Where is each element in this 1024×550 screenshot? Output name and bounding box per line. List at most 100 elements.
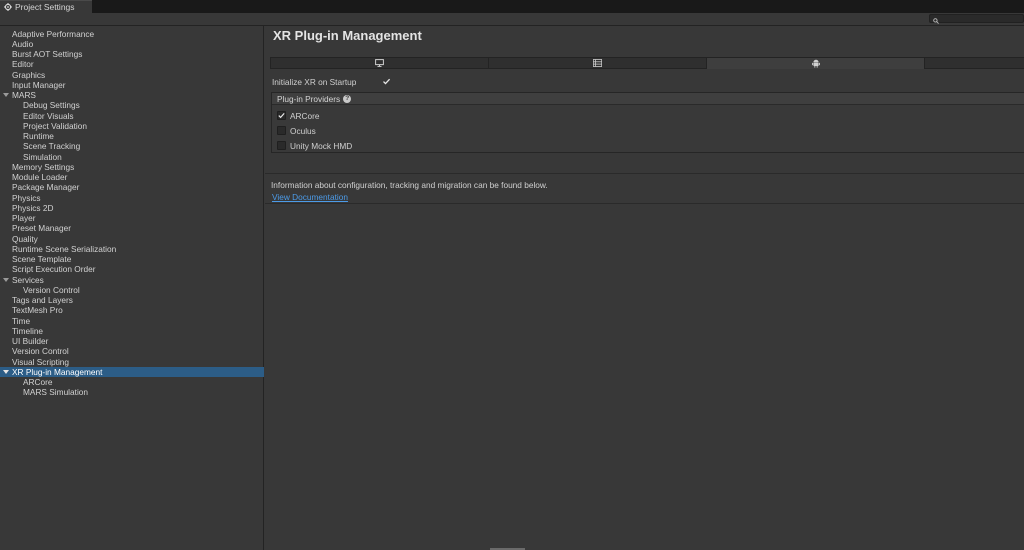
sidebar-item-label: Time (12, 315, 31, 326)
sidebar-item-label: Editor (12, 59, 34, 70)
sidebar-item-version-control[interactable]: Version Control (0, 285, 264, 295)
plugin-providers-header: Plug-in Providers ? (272, 93, 1024, 105)
help-icon[interactable]: ? (343, 94, 352, 103)
sidebar-item-label: Script Execution Order (12, 264, 96, 275)
sidebar-item-label: Project Validation (23, 120, 87, 131)
sidebar-item-memory-settings[interactable]: Memory Settings (0, 162, 264, 172)
sidebar-item-ui-builder[interactable]: UI Builder (0, 336, 264, 346)
sidebar-item-timeline[interactable]: Timeline (0, 326, 264, 336)
sidebar-item-preset-manager[interactable]: Preset Manager (0, 223, 264, 233)
sidebar-item-label: Graphics (12, 69, 46, 80)
sidebar-item-label: Package Manager (12, 182, 80, 193)
expand-arrow-icon[interactable] (3, 277, 9, 282)
search-icon (933, 16, 939, 24)
sidebar-item-label: ARCore (23, 377, 53, 387)
sidebar-item-graphics[interactable]: Graphics (0, 70, 264, 80)
provider-unity-mock-hmd-checkbox[interactable] (277, 141, 286, 150)
title-bar: Project Settings (0, 0, 1024, 13)
android-icon (811, 59, 820, 68)
window-tab[interactable]: Project Settings (0, 0, 92, 13)
sidebar-item-script-execution-order[interactable]: Script Execution Order (0, 264, 264, 274)
tab-android[interactable] (706, 57, 924, 69)
sidebar-item-label: Preset Manager (12, 223, 72, 234)
initialize-xr-checkbox[interactable] (382, 77, 391, 86)
sidebar-item-label: XR Plug-in Management (12, 366, 103, 377)
divider (265, 173, 1024, 174)
sidebar-item-time[interactable]: Time (0, 316, 264, 326)
sidebar-item-services[interactable]: Services (0, 275, 264, 285)
sidebar-item-label: Audio (12, 38, 34, 49)
sidebar-item-label: MARS (12, 90, 36, 100)
sidebar-item-tags-and-layers[interactable]: Tags and Layers (0, 295, 264, 305)
sidebar-item-package-manager[interactable]: Package Manager (0, 182, 264, 192)
provider-label: ARCore (290, 110, 320, 121)
provider-oculus-checkbox[interactable] (277, 126, 286, 135)
sidebar-item-label: MARS Simulation (23, 387, 89, 398)
sidebar-item-label: Memory Settings (12, 161, 75, 172)
sidebar-item-label: Tags and Layers (12, 295, 73, 305)
sidebar-item-physics[interactable]: Physics (0, 193, 264, 203)
sidebar-item-editor[interactable]: Editor (0, 59, 264, 69)
sidebar-item-debug-settings[interactable]: Debug Settings (0, 100, 264, 110)
sidebar-item-label: UI Builder (12, 336, 49, 346)
platform-tabs (270, 57, 1024, 70)
list-icon (593, 59, 602, 67)
sidebar-item-label: Module Loader (12, 172, 68, 182)
sidebar-item-label: Visual Scripting (12, 356, 70, 367)
sidebar-item-label: Scene Template (12, 254, 72, 264)
expand-arrow-icon[interactable] (3, 369, 9, 374)
sidebar-item-arcore[interactable]: ARCore (0, 377, 264, 387)
provider-arcore: ARCore (277, 110, 320, 121)
plugin-providers-panel: Plug-in Providers ? ARCore Oculus Unity … (271, 92, 1024, 153)
sidebar-item-textmesh-pro[interactable]: TextMesh Pro (0, 305, 264, 315)
sidebar-item-mars-simulation[interactable]: MARS Simulation (0, 387, 264, 397)
sidebar-item-label: Player (12, 213, 36, 223)
expand-arrow-icon[interactable] (3, 93, 9, 97)
sidebar-item-version-control[interactable]: Version Control (0, 346, 264, 356)
sidebar-item-editor-visuals[interactable]: Editor Visuals (0, 111, 264, 121)
provider-label: Unity Mock HMD (290, 140, 353, 151)
sidebar-item-simulation[interactable]: Simulation (0, 152, 264, 162)
search-row (0, 13, 1024, 26)
sidebar-item-label: Debug Settings (23, 100, 80, 111)
sidebar-item-label: Burst AOT Settings (12, 49, 83, 59)
sidebar-item-runtime[interactable]: Runtime (0, 131, 264, 141)
provider-unity-mock-hmd: Unity Mock HMD (277, 140, 352, 151)
sidebar-item-xr-plug-in-management[interactable]: XR Plug-in Management (0, 366, 264, 377)
sidebar-item-quality[interactable]: Quality (0, 234, 264, 244)
divider (265, 203, 1024, 204)
sidebar-item-label: Version Control (12, 346, 69, 357)
desktop-icon (375, 59, 384, 67)
view-documentation-link[interactable]: View Documentation (272, 192, 348, 202)
sidebar-item-player[interactable]: Player (0, 213, 264, 223)
sidebar-item-label: Physics 2D (12, 202, 54, 213)
sidebar-item-scene-tracking[interactable]: Scene Tracking (0, 141, 264, 151)
tab-desktop[interactable] (270, 57, 488, 69)
sidebar-item-mars[interactable]: MARS (0, 90, 264, 100)
sidebar-item-scene-template[interactable]: Scene Template (0, 254, 264, 264)
info-text: Information about configuration, trackin… (271, 180, 548, 190)
provider-arcore-checkbox[interactable] (277, 111, 286, 120)
tab-standalone-list[interactable] (488, 57, 706, 69)
sidebar-item-label: Runtime Scene Serialization (12, 243, 117, 254)
provider-label: Oculus (290, 125, 316, 136)
settings-main-panel: XR Plug-in Management Initialize XR on S… (265, 26, 1024, 550)
sidebar-item-physics-2d[interactable]: Physics 2D (0, 203, 264, 213)
window-tab-title: Project Settings (15, 2, 75, 12)
sidebar-item-label: Version Control (23, 284, 80, 295)
sidebar-item-burst-aot-settings[interactable]: Burst AOT Settings (0, 49, 264, 59)
sidebar-item-label: Adaptive Performance (12, 28, 95, 39)
sidebar-item-adaptive-performance[interactable]: Adaptive Performance (0, 29, 264, 39)
sidebar-item-label: Timeline (12, 325, 44, 336)
sidebar-item-label: Input Manager (12, 79, 66, 90)
sidebar-item-visual-scripting[interactable]: Visual Scripting (0, 357, 264, 367)
sidebar-item-input-manager[interactable]: Input Manager (0, 80, 264, 90)
initialize-xr-row: Initialize XR on Startup (272, 76, 1012, 87)
sidebar-item-module-loader[interactable]: Module Loader (0, 172, 264, 182)
sidebar-item-label: Runtime (23, 131, 54, 141)
sidebar-item-audio[interactable]: Audio (0, 39, 264, 49)
search-input[interactable] (929, 14, 1024, 24)
sidebar-item-project-validation[interactable]: Project Validation (0, 121, 264, 131)
sidebar-item-label: Simulation (23, 151, 62, 162)
sidebar-item-runtime-scene-serialization[interactable]: Runtime Scene Serialization (0, 244, 264, 254)
